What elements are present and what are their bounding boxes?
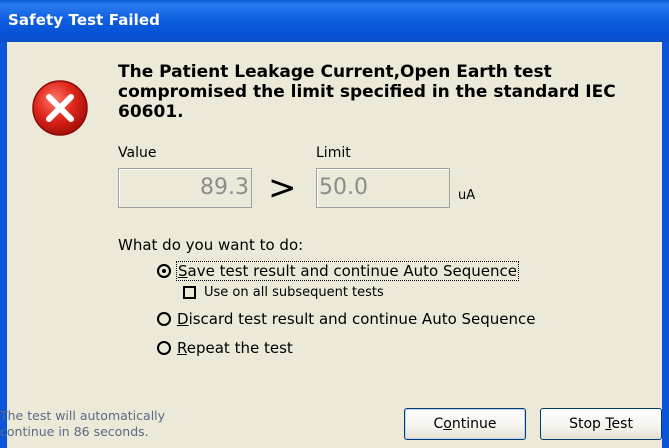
checkbox-box[interactable]: [183, 286, 196, 299]
option-repeat[interactable]: Repeat the test: [157, 339, 293, 357]
unit-label: uA: [458, 188, 476, 203]
value-field: 89.3: [118, 168, 252, 208]
option-repeat-label: Repeat the test: [177, 339, 293, 357]
status-line-1: The test will automatically: [0, 408, 166, 423]
dialog-window: Safety Test Failed The Patient Leakage C…: [0, 0, 669, 448]
limit-label: Limit: [316, 145, 351, 161]
window-title: Safety Test Failed: [8, 11, 161, 29]
continue-button[interactable]: Continue: [404, 408, 526, 440]
option-save-label: Save test result and continue Auto Seque…: [176, 261, 519, 281]
title-bar[interactable]: Safety Test Failed: [0, 0, 669, 42]
option-save[interactable]: Save test result and continue Auto Seque…: [157, 261, 519, 281]
option-discard-label: Discard test result and continue Auto Se…: [177, 310, 536, 328]
checkbox-label: Use on all subsequent tests: [204, 285, 384, 300]
comparator: >: [268, 168, 297, 208]
error-x-icon: [32, 80, 88, 136]
question-label: What do you want to do:: [118, 236, 304, 254]
window-frame-right: [662, 42, 669, 448]
countdown-status: The test will automatically continue in …: [0, 408, 165, 440]
radio-discard[interactable]: [157, 312, 171, 326]
window-frame-left: [0, 42, 7, 448]
option-discard[interactable]: Discard test result and continue Auto Se…: [157, 310, 536, 328]
value-text: 89.3: [200, 175, 249, 200]
radio-save[interactable]: [157, 264, 171, 278]
error-message: The Patient Leakage Current,Open Earth t…: [118, 62, 616, 122]
stop-test-button[interactable]: Stop Test: [540, 408, 662, 440]
checkbox-use-all[interactable]: Use on all subsequent tests: [183, 285, 384, 300]
limit-field: 50.0: [316, 168, 450, 208]
value-label: Value: [118, 145, 157, 161]
radio-repeat[interactable]: [157, 341, 171, 355]
status-line-2: continue in 86 seconds.: [0, 424, 149, 439]
